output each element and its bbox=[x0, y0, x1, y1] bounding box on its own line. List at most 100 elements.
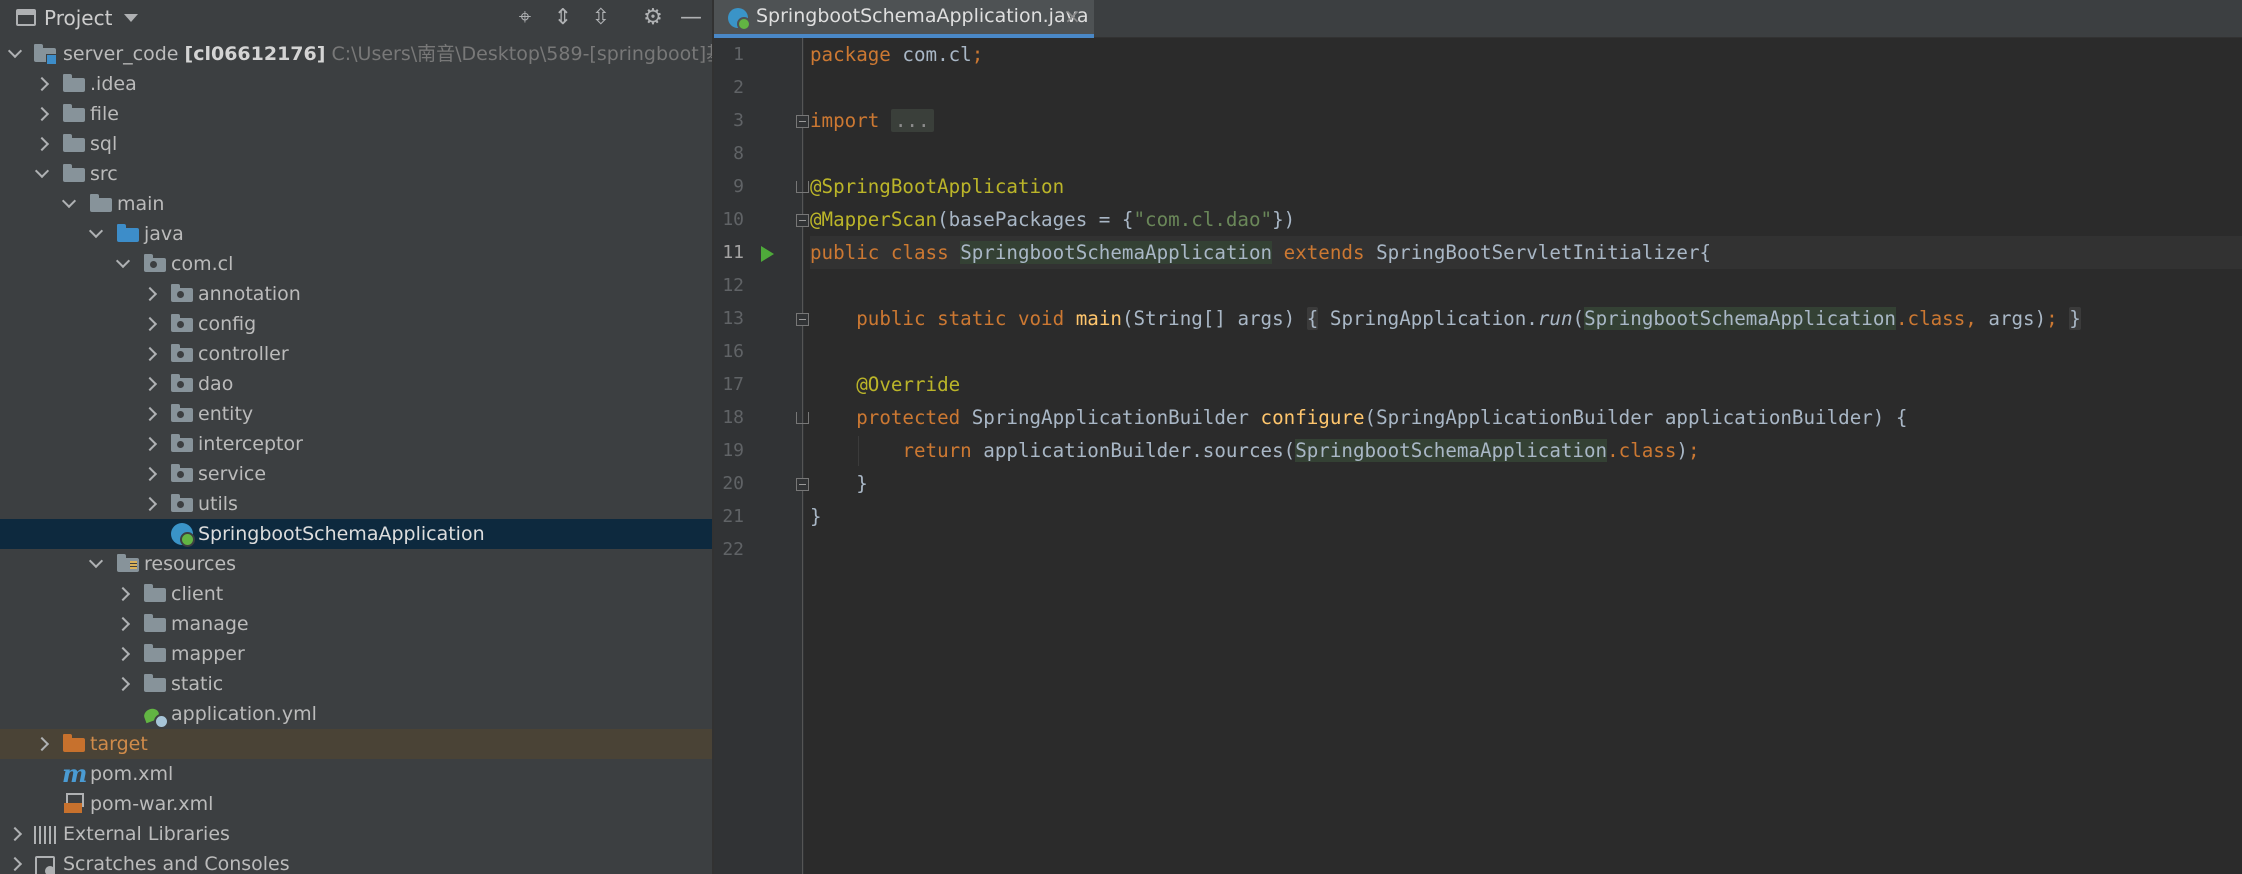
tree-item-external-libraries[interactable]: External Libraries bbox=[0, 819, 712, 849]
collapse-arrow-icon[interactable] bbox=[116, 678, 128, 690]
collapse-arrow-icon[interactable] bbox=[8, 828, 20, 840]
line-number: 3 bbox=[733, 110, 744, 131]
hide-panel-icon[interactable]: — bbox=[678, 5, 704, 31]
project-panel-title[interactable]: Project bbox=[44, 6, 112, 30]
expand-all-icon[interactable]: ⇕ bbox=[550, 5, 576, 31]
collapse-arrow-icon[interactable] bbox=[116, 648, 128, 660]
collapse-arrow-icon[interactable] bbox=[8, 858, 20, 870]
tree-item-label: main bbox=[117, 193, 165, 215]
folded-imports[interactable]: ... bbox=[890, 109, 934, 132]
line-number: 22 bbox=[722, 539, 744, 560]
folder-icon bbox=[144, 614, 166, 632]
editor-tab-active[interactable]: SpringbootSchemaApplication.java × bbox=[714, 0, 1094, 38]
expand-arrow-icon[interactable] bbox=[89, 558, 101, 570]
collapse-arrow-icon[interactable] bbox=[143, 438, 155, 450]
tree-item-label: annotation bbox=[198, 283, 301, 305]
expand-arrow-icon[interactable] bbox=[35, 168, 47, 180]
fold-method-icon[interactable] bbox=[796, 412, 809, 424]
tree-item-config[interactable]: config bbox=[0, 309, 712, 339]
expand-arrow-icon[interactable] bbox=[62, 198, 74, 210]
tree-item-file[interactable]: file bbox=[0, 99, 712, 129]
folder-icon bbox=[144, 644, 166, 662]
expand-arrow-icon[interactable] bbox=[116, 258, 128, 270]
tree-item-client[interactable]: client bbox=[0, 579, 712, 609]
tree-item-root[interactable]: server_code [cl06612176] C:\Users\南音\Des… bbox=[0, 39, 712, 69]
tree-item-target[interactable]: target bbox=[0, 729, 712, 759]
package-icon bbox=[144, 254, 166, 272]
tree-item-controller[interactable]: controller bbox=[0, 339, 712, 369]
code-line-11-current: public class SpringbootSchemaApplication… bbox=[810, 236, 2242, 269]
collapse-arrow-icon[interactable] bbox=[116, 618, 128, 630]
tree-item-interceptor[interactable]: interceptor bbox=[0, 429, 712, 459]
run-application-icon[interactable] bbox=[761, 246, 774, 262]
collapse-arrow-icon[interactable] bbox=[35, 138, 47, 150]
folder-icon bbox=[144, 674, 166, 692]
tree-item-mapper[interactable]: mapper bbox=[0, 639, 712, 669]
fold-end-icon[interactable] bbox=[796, 478, 809, 491]
tree-item-com-cl[interactable]: com.cl bbox=[0, 249, 712, 279]
collapse-arrow-icon[interactable] bbox=[143, 498, 155, 510]
tree-item-static[interactable]: static bbox=[0, 669, 712, 699]
tree-item-service[interactable]: service bbox=[0, 459, 712, 489]
tree-item-springboot-app[interactable]: SpringbootSchemaApplication bbox=[0, 519, 712, 549]
fold-import-icon[interactable] bbox=[796, 115, 809, 128]
tree-item-scratches[interactable]: Scratches and Consoles bbox=[0, 849, 712, 874]
line-number: 9 bbox=[733, 176, 744, 197]
fold-marker-icon[interactable] bbox=[796, 214, 809, 227]
collapse-arrow-icon[interactable] bbox=[35, 78, 47, 90]
tree-item-manage[interactable]: manage bbox=[0, 609, 712, 639]
maven-file-icon: m bbox=[62, 759, 88, 788]
root-path: C:\Users\南音\Desktop\589-[springboot]基于we… bbox=[331, 43, 712, 65]
collapse-arrow-icon[interactable] bbox=[116, 588, 128, 600]
line-number: 20 bbox=[722, 473, 744, 494]
tree-item-src[interactable]: src bbox=[0, 159, 712, 189]
line-number: 12 bbox=[722, 275, 744, 296]
tree-item-dao[interactable]: dao bbox=[0, 369, 712, 399]
collapse-arrow-icon[interactable] bbox=[143, 408, 155, 420]
folder-icon bbox=[63, 164, 85, 182]
tree-item-label: com.cl bbox=[171, 253, 234, 275]
tree-item-java[interactable]: java bbox=[0, 219, 712, 249]
fold-method-icon[interactable] bbox=[796, 313, 809, 326]
tree-item-utils[interactable]: utils bbox=[0, 489, 712, 519]
tree-item-sql[interactable]: sql bbox=[0, 129, 712, 159]
close-tab-icon[interactable]: × bbox=[1064, 4, 1081, 28]
line-number: 18 bbox=[722, 407, 744, 428]
collapse-all-icon[interactable]: ⇳ bbox=[588, 5, 614, 31]
package-icon bbox=[171, 344, 193, 362]
collapse-arrow-icon[interactable] bbox=[35, 108, 47, 120]
tree-item-idea[interactable]: .idea bbox=[0, 69, 712, 99]
expand-arrow-icon[interactable] bbox=[8, 48, 20, 60]
collapse-arrow-icon[interactable] bbox=[143, 318, 155, 330]
package-icon bbox=[171, 284, 193, 302]
collapse-arrow-icon[interactable] bbox=[143, 468, 155, 480]
settings-gear-icon[interactable]: ⚙ bbox=[640, 5, 666, 31]
tree-item-entity[interactable]: entity bbox=[0, 399, 712, 429]
tree-item-label: src bbox=[90, 163, 118, 185]
tree-item-label: mapper bbox=[171, 643, 245, 665]
tree-item-annotation[interactable]: annotation bbox=[0, 279, 712, 309]
root-module-name: [cl06612176] bbox=[184, 43, 326, 65]
code-line-18: protected SpringApplicationBuilder confi… bbox=[856, 406, 1908, 429]
collapse-arrow-icon[interactable] bbox=[35, 738, 47, 750]
tree-item-label: interceptor bbox=[198, 433, 303, 455]
tree-item-main[interactable]: main bbox=[0, 189, 712, 219]
line-number: 1 bbox=[733, 44, 744, 65]
tree-item-pom[interactable]: m pom.xml bbox=[0, 759, 712, 789]
tree-item-resources[interactable]: resources bbox=[0, 549, 712, 579]
line-number-current: 11 bbox=[722, 242, 744, 263]
collapse-arrow-icon[interactable] bbox=[143, 348, 155, 360]
collapse-arrow-icon[interactable] bbox=[143, 378, 155, 390]
locate-file-icon[interactable]: ⌖ bbox=[512, 5, 538, 31]
tree-item-pom-war[interactable]: pom-war.xml bbox=[0, 789, 712, 819]
tree-item-label: manage bbox=[171, 613, 249, 635]
view-mode-dropdown-icon[interactable] bbox=[124, 14, 138, 22]
folder-icon bbox=[63, 74, 85, 92]
collapse-arrow-icon[interactable] bbox=[143, 288, 155, 300]
code-line-19: return applicationBuilder.sources(Spring… bbox=[902, 439, 1700, 462]
tree-item-application-yml[interactable]: application.yml bbox=[0, 699, 712, 729]
fold-marker-icon[interactable] bbox=[796, 181, 809, 193]
expand-arrow-icon[interactable] bbox=[89, 228, 101, 240]
line-number: 2 bbox=[733, 77, 744, 98]
libraries-icon bbox=[34, 826, 56, 844]
